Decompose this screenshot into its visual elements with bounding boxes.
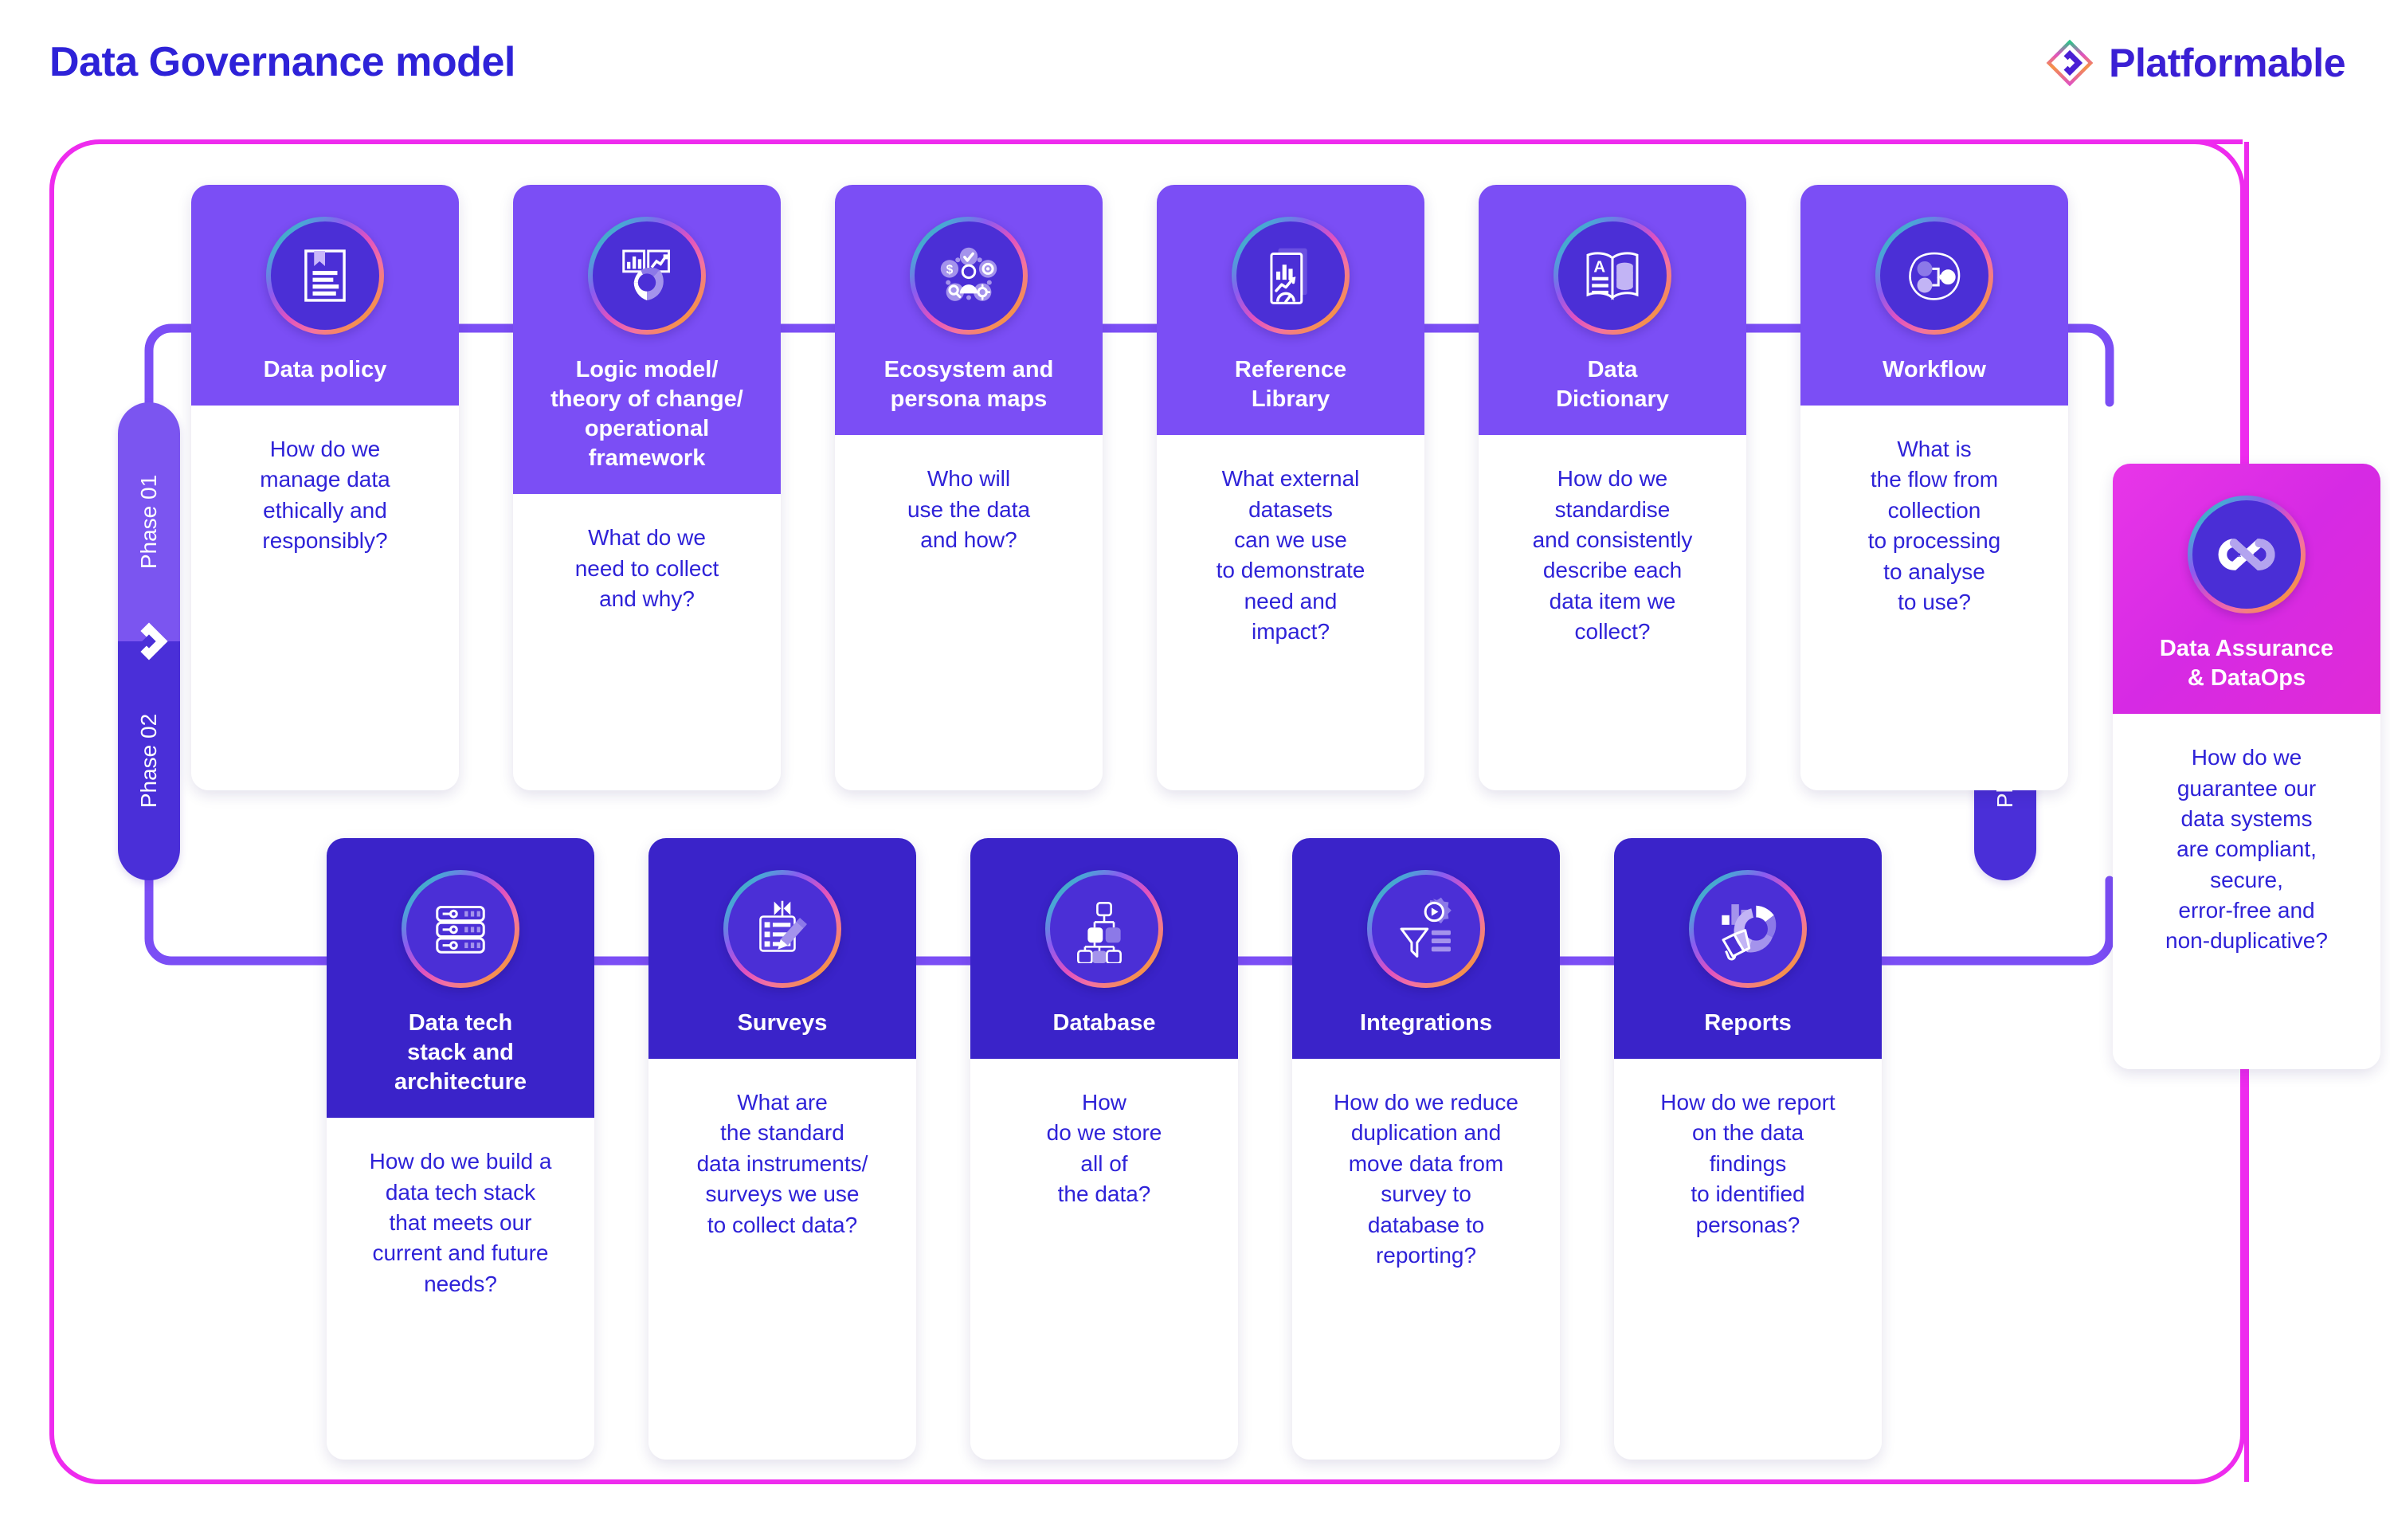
checklist-pencil-icon — [723, 870, 841, 988]
card-workflow[interactable]: Workflow What is the flow from collectio… — [1800, 185, 2068, 790]
card-header: Data Ops Data Assurance & DataOps — [2113, 464, 2380, 715]
workflow-nodes-icon — [1875, 217, 1993, 335]
card-header: Data policy — [191, 185, 459, 406]
card-question: What external datasets can we use to dem… — [1157, 435, 1424, 790]
document-policy-icon — [266, 217, 384, 335]
gear-funnel-icon — [1367, 870, 1485, 988]
card-data-dictionary[interactable]: A Data Dictionary How do we standardise … — [1479, 185, 1746, 790]
card-header: A Data Dictionary — [1479, 185, 1746, 436]
dataops-label-left: Data — [2227, 551, 2242, 558]
card-header: Logic model/ theory of change/ operation… — [513, 185, 781, 495]
dataops-infinity-icon: Data Ops — [2188, 496, 2306, 613]
card-logic-model[interactable]: Logic model/ theory of change/ operation… — [513, 185, 781, 790]
card-question: What is the flow from collection to proc… — [1800, 406, 2068, 790]
card-question: How do we standardise and consistently d… — [1479, 435, 1746, 790]
card-title: Data Dictionary — [1556, 357, 1669, 413]
card-question: How do we store all of the data? — [970, 1059, 1238, 1460]
phase-segment-one-left: Phase 01 — [118, 402, 180, 641]
card-reference-library[interactable]: Reference Library What external datasets… — [1157, 185, 1424, 790]
card-data-policy[interactable]: Data policy How do we manage data ethica… — [191, 185, 459, 790]
card-title: Reference Library — [1234, 357, 1347, 413]
phase-bar-left: Phase 01 Phase 02 — [118, 402, 180, 880]
card-header: Reports — [1614, 838, 1882, 1060]
dataops-label-right: Ops — [2254, 551, 2267, 558]
platformable-diamond-icon-left — [140, 622, 168, 660]
card-reports[interactable]: Reports How do we report on the data fin… — [1614, 838, 1882, 1460]
card-data-assurance-dataops[interactable]: Data Ops Data Assurance & DataOps How do… — [2113, 464, 2380, 1069]
card-title: Reports — [1704, 1010, 1792, 1036]
card-data-tech-stack[interactable]: Data tech stack and architecture How do … — [327, 838, 594, 1460]
card-title: Workflow — [1883, 357, 1986, 382]
card-title: Data policy — [263, 357, 387, 382]
report-dashboard-icon — [1232, 217, 1350, 335]
card-header: Data tech stack and architecture — [327, 838, 594, 1119]
card-question: How do we reduce duplication and move da… — [1292, 1059, 1560, 1460]
phase-segment-two-left: Phase 02 — [118, 641, 180, 880]
card-question: How do we report on the data findings to… — [1614, 1059, 1882, 1460]
card-header: Database — [970, 838, 1238, 1060]
svg-text:$: $ — [946, 263, 954, 276]
card-surveys[interactable]: Surveys What are the standard data instr… — [648, 838, 916, 1460]
brand-wordmark: Platformable — [2109, 41, 2345, 85]
card-title: Data Assurance & DataOps — [2159, 636, 2334, 692]
card-question: How do we build a data tech stack that m… — [327, 1118, 594, 1460]
platformable-diamond-icon — [2046, 39, 2094, 87]
card-database[interactable]: Database How do we store all of the data… — [970, 838, 1238, 1460]
card-header: $ Ecosystem and persona maps — [835, 185, 1103, 436]
card-question: What are the standard data instruments/ … — [648, 1059, 916, 1460]
svg-text:A: A — [1593, 258, 1605, 276]
card-question: Who will use the data and how? — [835, 435, 1103, 790]
card-header: Reference Library — [1157, 185, 1424, 436]
card-title: Ecosystem and persona maps — [884, 357, 1054, 413]
card-title: Surveys — [737, 1010, 828, 1036]
page-title: Data Governance model — [49, 39, 515, 85]
card-title: Integrations — [1360, 1010, 1492, 1036]
open-book-database-icon: A — [1554, 217, 1671, 335]
card-question: How do we manage data ethically and resp… — [191, 406, 459, 790]
card-header: Integrations — [1292, 838, 1560, 1060]
card-question: How do we guarantee our data systems are… — [2113, 714, 2380, 1069]
card-title: Data tech stack and architecture — [394, 1010, 527, 1095]
charts-donut-icon — [588, 217, 706, 335]
card-integrations[interactable]: Integrations How do we reduce duplicatio… — [1292, 838, 1560, 1460]
card-title: Logic model/ theory of change/ operation… — [550, 357, 743, 472]
server-rack-icon — [402, 870, 519, 988]
brand-logo: Platformable — [2045, 38, 2345, 88]
card-header: Workflow — [1800, 185, 2068, 406]
hierarchy-tree-icon — [1045, 870, 1163, 988]
persona-network-icon: $ — [910, 217, 1028, 335]
phase-label-two-left: Phase 02 — [136, 713, 162, 809]
card-ecosystem-persona-maps[interactable]: $ Ecosystem and persona maps Who will us… — [835, 185, 1103, 790]
chart-megaphone-icon — [1689, 870, 1807, 988]
card-title: Database — [1052, 1010, 1156, 1036]
phase-label-one-left: Phase 01 — [136, 474, 162, 570]
card-header: Surveys — [648, 838, 916, 1060]
card-question: What do we need to collect and why? — [513, 494, 781, 790]
